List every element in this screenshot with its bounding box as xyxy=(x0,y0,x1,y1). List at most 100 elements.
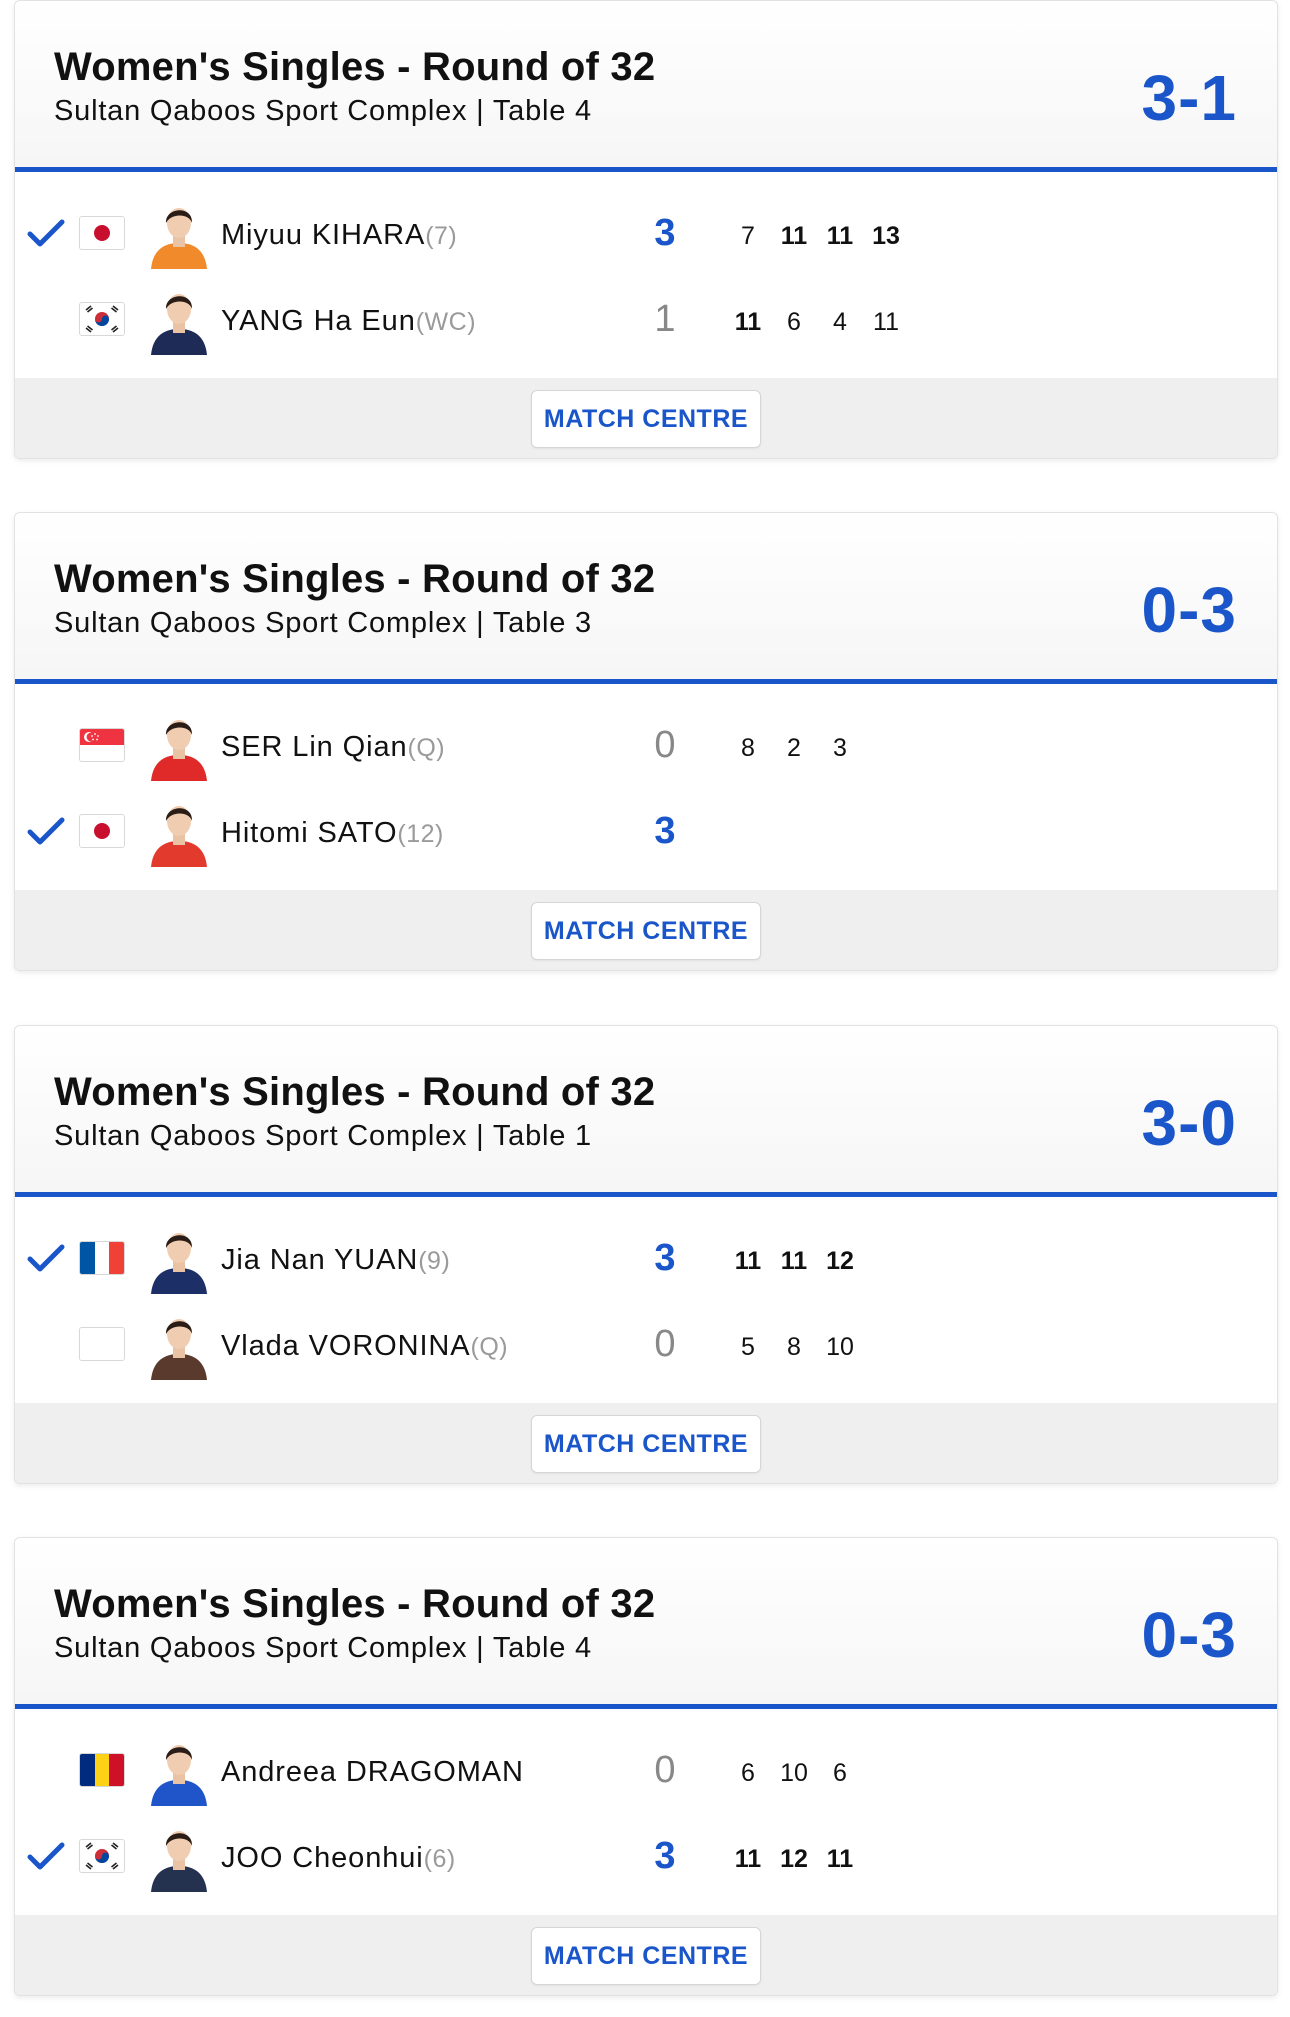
player-name[interactable]: YANG Ha Eun(WC) xyxy=(221,305,476,338)
match-score: 3-1 xyxy=(1141,62,1237,134)
player-rows: Jia Nan YUAN(9) 3 11 11 12 Vlada VORONINA(Q)… xyxy=(15,1197,1277,1403)
player-avatar xyxy=(145,199,213,269)
player-seed: (WC) xyxy=(415,308,477,336)
player-seed: (Q) xyxy=(470,1333,509,1361)
player-avatar xyxy=(145,1310,213,1380)
player-name-text: Miyuu KIHARA xyxy=(221,219,426,251)
player-avatar xyxy=(145,1822,213,1892)
korea-flag-icon xyxy=(79,302,125,336)
winner-check-icon xyxy=(27,218,65,248)
japan-flag-icon xyxy=(79,216,125,250)
set-score: 12 xyxy=(826,1247,854,1275)
set-score: 11 xyxy=(873,308,899,336)
match-title: Women's Singles - Round of 32 xyxy=(54,557,656,601)
winner-check-icon xyxy=(27,1841,65,1871)
winner-check-icon xyxy=(27,816,65,846)
player-name-text: Hitomi SATO xyxy=(221,817,398,849)
player-name[interactable]: JOO Cheonhui(6) xyxy=(221,1842,456,1875)
player-name[interactable]: SER Lin Qian(Q) xyxy=(221,731,445,764)
player-row[interactable]: Vlada VORONINA(Q) 0 5 8 10 xyxy=(15,1305,1277,1385)
player-avatar xyxy=(145,285,213,355)
match-card: Women's Singles - Round of 32 Sultan Qab… xyxy=(14,1537,1278,1996)
match-score: 0-3 xyxy=(1141,574,1237,646)
match-card: Women's Singles - Round of 32 Sultan Qab… xyxy=(14,0,1278,459)
set-score: 12 xyxy=(780,1845,808,1873)
set-score: 2 xyxy=(787,734,801,762)
romania-flag-icon xyxy=(79,1753,125,1787)
set-score: 3 xyxy=(833,734,847,762)
korea-flag-icon xyxy=(79,1839,125,1873)
match-centre-button[interactable]: MATCH CENTRE xyxy=(531,390,761,448)
player-seed: (6) xyxy=(423,1845,456,1873)
player-row[interactable]: Andreea DRAGOMAN 0 6 10 6 xyxy=(15,1731,1277,1811)
games-won: 3 xyxy=(654,810,676,852)
player-name-text: Andreea DRAGOMAN xyxy=(221,1756,524,1788)
japan-flag-icon xyxy=(79,814,125,848)
match-card: Women's Singles - Round of 32 Sultan Qab… xyxy=(14,512,1278,971)
games-won: 0 xyxy=(654,1323,676,1365)
player-name[interactable]: Miyuu KIHARA(7) xyxy=(221,219,457,252)
set-score: 11 xyxy=(780,1247,808,1275)
set-score: 11 xyxy=(734,1247,762,1275)
player-name-text: Jia Nan YUAN xyxy=(221,1244,419,1276)
match-header: Women's Singles - Round of 32 Sultan Qab… xyxy=(15,513,1277,684)
singapore-flag-icon xyxy=(79,728,125,762)
set-score: 7 xyxy=(741,222,755,250)
match-score: 0-3 xyxy=(1141,1599,1237,1671)
set-score: 10 xyxy=(826,1333,854,1361)
player-row[interactable]: Hitomi SATO(12) 3 xyxy=(15,792,1277,872)
player-row[interactable]: Miyuu KIHARA(7) 3 7 11 11 13 xyxy=(15,194,1277,274)
winner-check-icon xyxy=(27,1243,65,1273)
player-name-text: Vlada VORONINA xyxy=(221,1330,471,1362)
player-rows: Andreea DRAGOMAN 0 6 10 6 JOO Cheonhui(6) 3 11… xyxy=(15,1709,1277,1915)
match-footer: MATCH CENTRE xyxy=(15,1915,1277,1995)
set-score: 11 xyxy=(734,308,762,336)
player-seed: (12) xyxy=(397,820,444,848)
set-score: 4 xyxy=(833,308,847,336)
set-score: 13 xyxy=(872,222,900,250)
games-won: 0 xyxy=(654,1749,676,1791)
player-rows: Miyuu KIHARA(7) 3 7 11 11 13 YANG Ha Eun(WC) 1… xyxy=(15,172,1277,378)
set-score: 11 xyxy=(734,1845,762,1873)
player-row[interactable]: Jia Nan YUAN(9) 3 11 11 12 xyxy=(15,1219,1277,1299)
player-row[interactable]: YANG Ha Eun(WC) 1 11 6 4 11 xyxy=(15,280,1277,360)
player-name[interactable]: Hitomi SATO(12) xyxy=(221,817,444,850)
games-won: 3 xyxy=(654,1237,676,1279)
player-name[interactable]: Vlada VORONINA(Q) xyxy=(221,1330,508,1363)
set-score: 6 xyxy=(787,308,801,336)
set-score: 11 xyxy=(780,222,808,250)
set-score: 11 xyxy=(826,1845,854,1873)
blank-flag-icon xyxy=(79,1327,125,1361)
match-centre-button[interactable]: MATCH CENTRE xyxy=(531,902,761,960)
match-centre-button[interactable]: MATCH CENTRE xyxy=(531,1927,761,1985)
match-footer: MATCH CENTRE xyxy=(15,890,1277,970)
games-won: 3 xyxy=(654,1835,676,1877)
match-score: 3-0 xyxy=(1141,1087,1237,1159)
match-venue: Sultan Qaboos Sport Complex | Table 4 xyxy=(54,95,592,127)
player-avatar xyxy=(145,797,213,867)
games-won: 3 xyxy=(654,212,676,254)
match-footer: MATCH CENTRE xyxy=(15,378,1277,458)
player-name[interactable]: Jia Nan YUAN(9) xyxy=(221,1244,450,1277)
match-venue: Sultan Qaboos Sport Complex | Table 1 xyxy=(54,1120,592,1152)
match-centre-button[interactable]: MATCH CENTRE xyxy=(531,1415,761,1473)
set-score: 6 xyxy=(741,1759,755,1787)
player-avatar xyxy=(145,1224,213,1294)
player-seed: (7) xyxy=(425,222,458,250)
set-score: 5 xyxy=(741,1333,755,1361)
set-score: 8 xyxy=(741,734,755,762)
set-score: 8 xyxy=(787,1333,801,1361)
set-score: 6 xyxy=(833,1759,847,1787)
set-score: 11 xyxy=(826,222,854,250)
match-title: Women's Singles - Round of 32 xyxy=(54,1070,656,1114)
player-name-text: YANG Ha Eun xyxy=(221,305,416,337)
player-row[interactable]: SER Lin Qian(Q) 0 8 2 3 xyxy=(15,706,1277,786)
player-seed: (9) xyxy=(418,1247,451,1275)
games-won: 0 xyxy=(654,724,676,766)
match-title: Women's Singles - Round of 32 xyxy=(54,1582,656,1626)
player-name[interactable]: Andreea DRAGOMAN xyxy=(221,1756,524,1789)
match-venue: Sultan Qaboos Sport Complex | Table 4 xyxy=(54,1632,592,1664)
player-row[interactable]: JOO Cheonhui(6) 3 11 12 11 xyxy=(15,1817,1277,1897)
player-avatar xyxy=(145,711,213,781)
games-won: 1 xyxy=(654,298,676,340)
